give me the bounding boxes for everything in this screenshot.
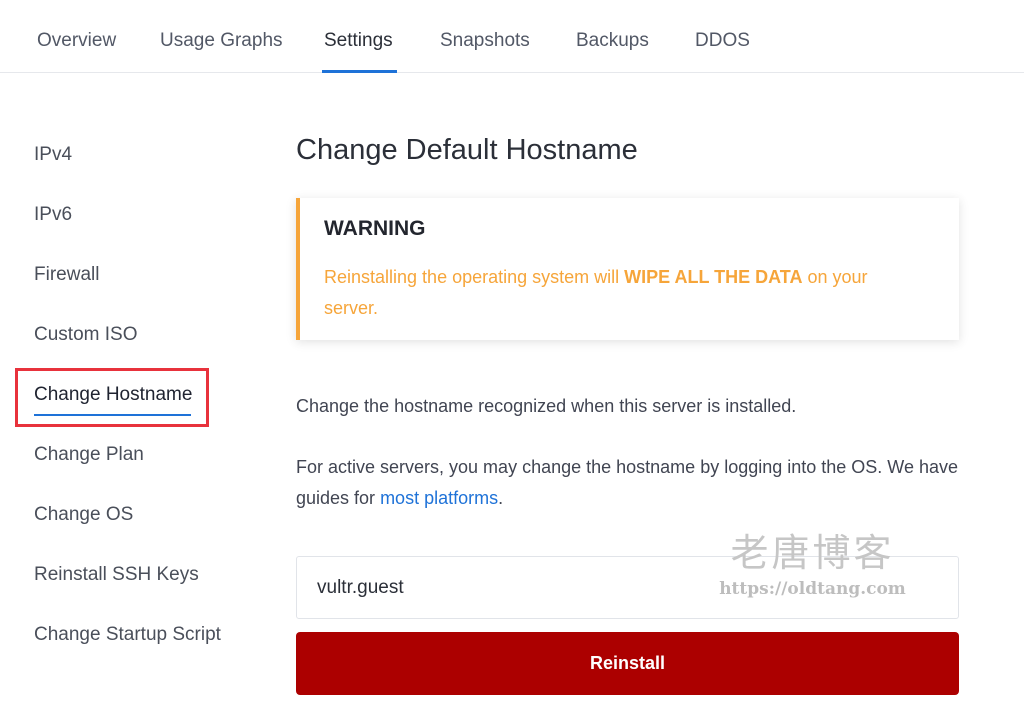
sidebar-item-change-plan[interactable]: Change Plan bbox=[34, 444, 144, 466]
sidebar-item-firewall[interactable]: Firewall bbox=[34, 264, 99, 286]
reinstall-button[interactable]: Reinstall bbox=[296, 632, 959, 695]
hostname-input[interactable] bbox=[296, 556, 959, 619]
tab-snapshots[interactable]: Snapshots bbox=[440, 30, 530, 52]
warning-box: WARNING Reinstalling the operating syste… bbox=[296, 198, 959, 340]
sidebar-item-change-os[interactable]: Change OS bbox=[34, 504, 133, 526]
page-title: Change Default Hostname bbox=[296, 134, 638, 166]
sidebar-item-ipv4[interactable]: IPv4 bbox=[34, 144, 72, 166]
active-tab-indicator bbox=[322, 70, 397, 73]
top-tab-bar: Overview Usage Graphs Settings Snapshots… bbox=[0, 0, 1024, 73]
warning-text-bold: WIPE ALL THE DATA bbox=[624, 267, 803, 287]
active-servers-period: . bbox=[498, 488, 504, 508]
sidebar-item-custom-iso[interactable]: Custom ISO bbox=[34, 324, 137, 346]
tab-overview[interactable]: Overview bbox=[37, 30, 116, 52]
warning-text-start: Reinstalling the operating system will bbox=[324, 267, 625, 287]
sidebar-item-reinstall-ssh-keys[interactable]: Reinstall SSH Keys bbox=[34, 564, 199, 586]
tab-settings[interactable]: Settings bbox=[324, 30, 393, 52]
highlight-annotation-box bbox=[15, 368, 209, 427]
sidebar-item-ipv6[interactable]: IPv6 bbox=[34, 204, 72, 226]
warning-text: Reinstalling the operating system will W… bbox=[324, 262, 924, 324]
warning-title: WARNING bbox=[324, 217, 426, 240]
sidebar-item-change-startup-script[interactable]: Change Startup Script bbox=[34, 624, 221, 646]
tab-usage-graphs[interactable]: Usage Graphs bbox=[160, 30, 283, 52]
tab-backups[interactable]: Backups bbox=[576, 30, 649, 52]
tab-ddos[interactable]: DDOS bbox=[695, 30, 750, 52]
active-servers-note: For active servers, you may change the h… bbox=[296, 452, 959, 514]
most-platforms-link[interactable]: most platforms bbox=[380, 488, 498, 508]
hostname-description: Change the hostname recognized when this… bbox=[296, 396, 797, 416]
